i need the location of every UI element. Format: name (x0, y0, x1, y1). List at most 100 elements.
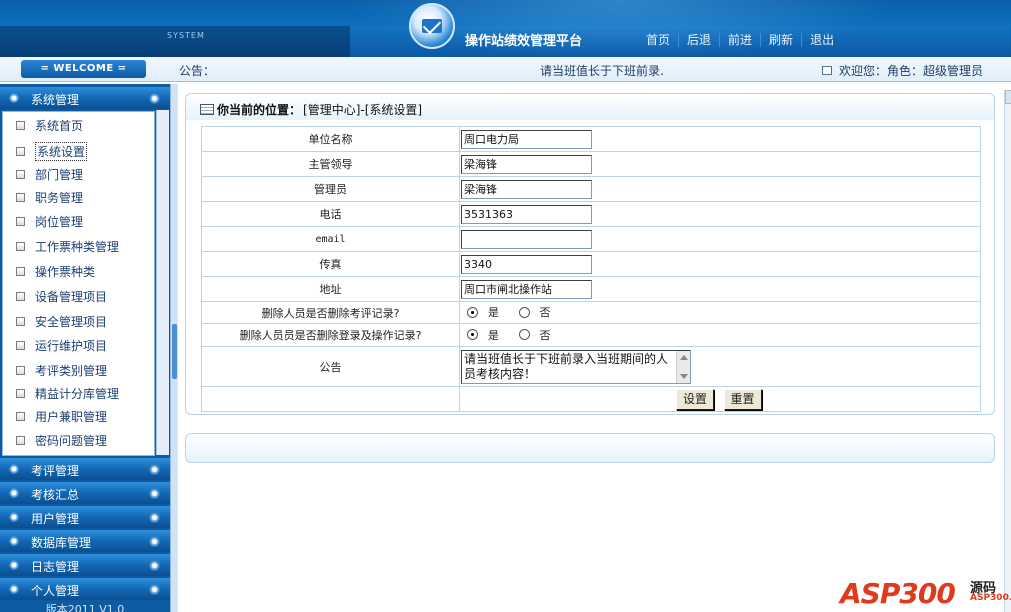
expand-toggle-icon[interactable] (149, 464, 160, 475)
sidebar-item-safety[interactable]: 安全管理项目 (16, 313, 107, 330)
form-row: 电话 (201, 201, 981, 227)
field-label: 传真 (201, 251, 460, 277)
submit-button[interactable]: 设置 (676, 388, 715, 410)
sidebar-group-summary[interactable]: 考核汇总 (0, 482, 170, 504)
delete-eval-yes-radio[interactable]: 是 (461, 304, 499, 320)
main-scrollbar[interactable] (1004, 90, 1011, 612)
top-banner: SYSTEM 操作站绩效管理平台 首页 后退 前进 刷新 退出 (0, 0, 1011, 57)
expand-toggle-icon[interactable] (149, 560, 160, 571)
page-icon (16, 412, 25, 421)
sidebar-group-evaluation[interactable]: 考评管理 (0, 458, 170, 480)
notice-textarea[interactable]: 请当班值长于下班前录入当班期间的人员考核内容！ (461, 349, 691, 384)
reset-button[interactable]: 重置 (723, 388, 762, 410)
form-row: 主管领导 (201, 151, 981, 177)
page-icon (16, 341, 25, 350)
sidebar-item-equipment[interactable]: 设备管理项目 (16, 288, 107, 305)
sidebar-group-users[interactable]: 用户管理 (0, 506, 170, 528)
email-input[interactable] (461, 229, 592, 249)
bullet-icon (9, 512, 19, 522)
form-row: 删除人员员是否删除登录及操作记录? 是 否 (201, 323, 981, 347)
unit-name-input[interactable] (461, 129, 592, 149)
expand-toggle-icon[interactable] (149, 512, 160, 523)
breadcrumb: 你当前的位置： [管理中心]-[系统设置] (200, 101, 422, 118)
splitter-grip[interactable] (172, 324, 177, 379)
field-label: 地址 (201, 276, 460, 302)
form-row: 地址 (201, 276, 981, 302)
form-row: 传真 (201, 251, 981, 277)
sidebar-group-label: 数据库管理 (31, 536, 92, 550)
bullet-icon (9, 560, 19, 570)
expand-toggle-icon[interactable] (149, 584, 160, 595)
sidebar-group-personal[interactable]: 个人管理 (0, 578, 170, 600)
textarea-scrollbar[interactable] (676, 350, 690, 383)
nav-logout[interactable]: 退出 (802, 33, 842, 47)
supervisor-input[interactable] (461, 154, 592, 174)
field-label: email (201, 226, 460, 252)
page-icon (16, 317, 25, 326)
page-icon (16, 389, 25, 398)
bullet-icon (9, 93, 19, 103)
system-tag: SYSTEM (167, 31, 205, 40)
expand-toggle-icon[interactable] (149, 93, 160, 104)
nav-refresh[interactable]: 刷新 (761, 33, 803, 47)
bottom-panel (185, 433, 995, 463)
sidebar-item-departments[interactable]: 部门管理 (16, 166, 83, 183)
expand-toggle-icon[interactable] (149, 536, 160, 547)
sidebar-item-eval-categories[interactable]: 考评类别管理 (16, 362, 107, 379)
page-icon (16, 436, 25, 445)
page-icon (16, 292, 25, 301)
watermark-brand: ASP300 (840, 577, 956, 610)
admin-input[interactable] (461, 179, 592, 199)
page-icon (16, 170, 25, 179)
delete-log-yes-radio[interactable]: 是 (461, 327, 499, 343)
top-nav: 首页 后退 前进 刷新 退出 (638, 33, 842, 47)
sidebar-item-password-questions[interactable]: 密码问题管理 (16, 432, 107, 449)
delete-log-no-radio[interactable]: 否 (513, 327, 551, 343)
phone-input[interactable] (461, 204, 592, 224)
field-label: 删除人员员是否删除登录及操作记录? (201, 323, 460, 347)
address-input[interactable] (461, 279, 592, 299)
watermark-site: ASP300.COM (970, 593, 1011, 603)
welcome-badge: = WELCOME = (21, 60, 146, 78)
nav-back[interactable]: 后退 (679, 33, 721, 47)
sidebar-group-system[interactable]: 系统管理 (0, 87, 170, 109)
page-icon (16, 217, 25, 226)
scroll-up-arrow-icon[interactable] (1005, 90, 1011, 104)
sidebar-item-operations[interactable]: 运行维护项目 (16, 337, 107, 354)
sidebar-group-logs[interactable]: 日志管理 (0, 554, 170, 576)
nav-forward[interactable]: 前进 (720, 33, 762, 47)
sidebar-submenu: 系统首页 系统设置 部门管理 职务管理 岗位管理 工作票种类管理 操作票种类 设… (2, 111, 155, 456)
fax-input[interactable] (461, 254, 592, 274)
nav-home[interactable]: 首页 (638, 33, 680, 47)
sidebar-item-op-ticket-types[interactable]: 操作票种类 (16, 263, 95, 280)
radio-unchecked-icon[interactable] (518, 329, 530, 341)
radio-checked-icon[interactable] (467, 306, 478, 318)
page-icon (16, 147, 25, 156)
sidebar-item-system-home[interactable]: 系统首页 (16, 117, 83, 134)
delete-eval-no-radio[interactable]: 否 (513, 304, 551, 320)
platform-title: 操作站绩效管理平台 (465, 34, 583, 49)
expand-toggle-icon[interactable] (149, 488, 160, 499)
radio-checked-icon[interactable] (467, 329, 478, 341)
sidebar-item-system-settings[interactable]: 系统设置 (16, 142, 88, 161)
form-row: 删除人员是否删除考评记录? 是 否 (201, 301, 981, 324)
sidebar-item-score-library[interactable]: 精益计分库管理 (16, 385, 119, 402)
frame-splitter[interactable] (170, 84, 178, 612)
sidebar-item-positions[interactable]: 职务管理 (16, 189, 83, 206)
field-label: 主管领导 (201, 151, 460, 177)
sidebar: 系统管理 系统首页 系统设置 部门管理 职务管理 岗位管理 工作票种类管理 操作… (0, 84, 170, 612)
version-label: 版本2011 V1.0 (45, 603, 125, 612)
form-row: 设置 重置 (201, 386, 981, 412)
radio-unchecked-icon[interactable] (518, 306, 530, 318)
form-row: 管理员 (201, 176, 981, 202)
sidebar-item-posts[interactable]: 岗位管理 (16, 213, 83, 230)
sidebar-item-work-ticket-types[interactable]: 工作票种类管理 (16, 238, 119, 255)
sidebar-scrollbar[interactable] (156, 110, 169, 455)
user-icon (822, 66, 832, 75)
empty-cell (201, 386, 460, 412)
sidebar-group-database[interactable]: 数据库管理 (0, 530, 170, 552)
sidebar-item-user-parttime[interactable]: 用户兼职管理 (16, 408, 107, 425)
form-row: email (201, 226, 981, 252)
list-icon (200, 104, 214, 115)
panel-header: 你当前的位置： [管理中心]-[系统设置] (186, 94, 994, 120)
